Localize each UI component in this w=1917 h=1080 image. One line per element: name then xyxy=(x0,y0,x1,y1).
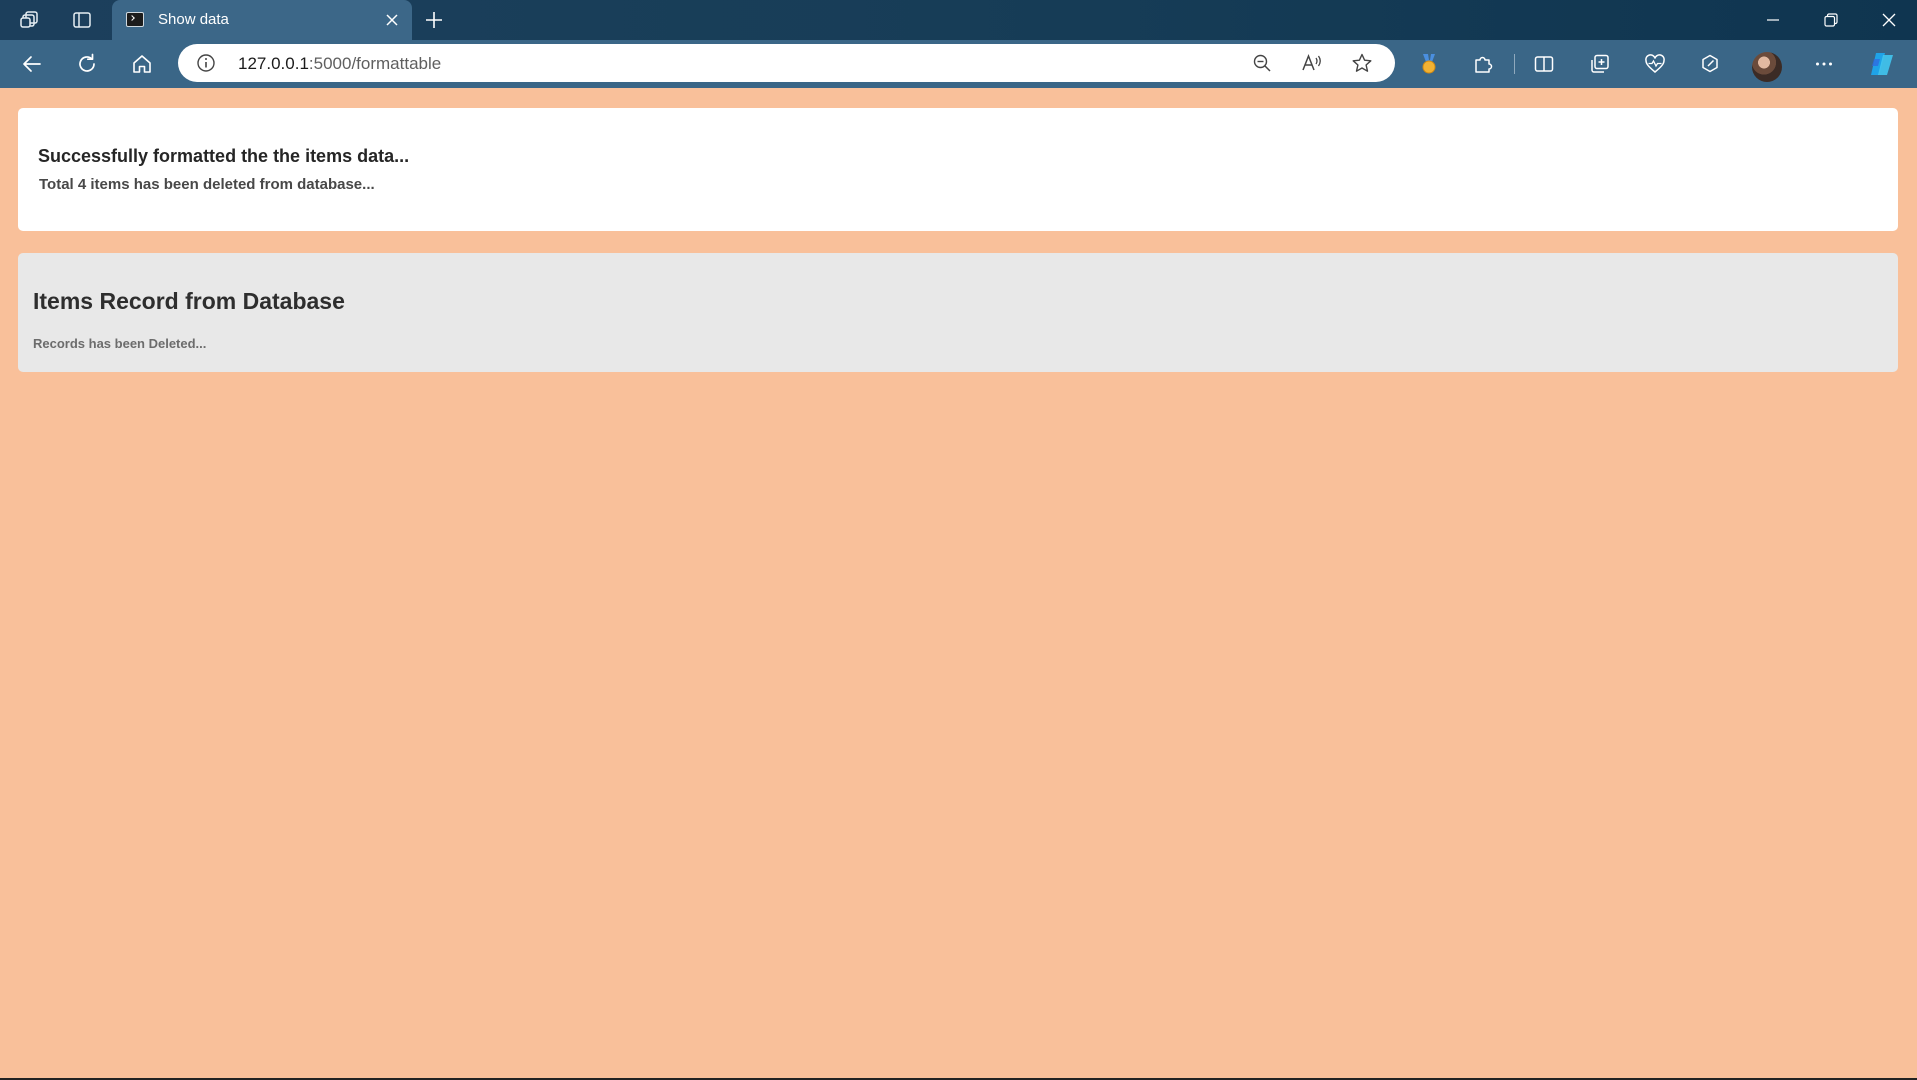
settings-more-button[interactable] xyxy=(1808,50,1840,78)
tab-title: Show data xyxy=(158,11,229,28)
address-url[interactable]: 127.0.0.1:5000/formattable xyxy=(238,54,441,74)
browser-titlebar: Show data xyxy=(0,0,1917,40)
edit-square-icon xyxy=(1702,54,1718,73)
favorite-button[interactable] xyxy=(1349,51,1375,75)
split-screen-icon xyxy=(1534,56,1554,72)
site-info-button[interactable] xyxy=(196,53,216,73)
split-screen-button[interactable] xyxy=(1528,50,1560,78)
info-icon xyxy=(197,54,215,72)
tab-close-button[interactable] xyxy=(380,8,404,32)
star-icon xyxy=(1352,53,1372,72)
collections-button[interactable] xyxy=(1584,50,1616,78)
zoom-button[interactable] xyxy=(1249,51,1275,75)
minimize-icon xyxy=(1767,19,1779,21)
tab-actions-icon xyxy=(73,12,91,28)
new-tab-button[interactable] xyxy=(418,6,450,34)
browser-toolbar: 127.0.0.1:5000/formattable xyxy=(0,40,1917,88)
read-aloud-icon xyxy=(1302,53,1321,71)
medal-icon xyxy=(1422,54,1436,74)
workspaces-button[interactable] xyxy=(12,6,48,34)
refresh-button[interactable] xyxy=(69,48,105,80)
records-card: Items Record from Database Records has b… xyxy=(18,253,1898,372)
copilot-icon xyxy=(1871,53,1893,75)
workspaces-icon xyxy=(20,11,38,28)
tab-show-data[interactable]: Show data xyxy=(112,0,412,40)
home-button[interactable] xyxy=(124,48,160,80)
refresh-icon xyxy=(79,53,95,72)
more-horizontal-icon xyxy=(1816,62,1832,66)
close-window-button[interactable] xyxy=(1860,0,1917,40)
plus-icon xyxy=(426,12,442,28)
browser-essentials-button[interactable] xyxy=(1639,50,1671,78)
close-icon xyxy=(386,14,398,26)
extensions-button[interactable] xyxy=(1467,50,1499,78)
copilot-button[interactable] xyxy=(1866,50,1898,78)
collections-icon xyxy=(1591,54,1609,73)
puzzle-icon xyxy=(1475,56,1493,73)
url-path: :5000/formattable xyxy=(308,54,442,73)
drop-button[interactable] xyxy=(1694,50,1726,78)
home-icon xyxy=(133,55,151,73)
success-detail: Total 4 items has been deleted from data… xyxy=(39,176,375,193)
back-button[interactable] xyxy=(14,48,50,80)
url-host: 127.0.0.1 xyxy=(238,54,309,73)
restore-icon xyxy=(1824,13,1838,27)
success-message-card: Successfully formatted the the items dat… xyxy=(18,108,1898,231)
rewards-extension-button[interactable] xyxy=(1413,50,1445,78)
terminal-icon xyxy=(126,12,144,27)
heart-pulse-icon xyxy=(1645,54,1665,73)
close-icon xyxy=(1882,13,1896,27)
vertical-tabs-button[interactable] xyxy=(64,6,100,34)
records-status: Records has been Deleted... xyxy=(33,336,207,351)
arrow-left-icon xyxy=(23,56,41,72)
page-content: Successfully formatted the the items dat… xyxy=(0,88,1917,1080)
profile-avatar[interactable] xyxy=(1752,52,1782,82)
success-heading: Successfully formatted the the items dat… xyxy=(38,146,410,166)
records-heading: Items Record from Database xyxy=(33,288,345,314)
restore-button[interactable] xyxy=(1802,0,1860,40)
address-bar[interactable]: 127.0.0.1:5000/formattable xyxy=(178,44,1395,82)
zoom-out-icon xyxy=(1253,54,1271,72)
minimize-button[interactable] xyxy=(1744,0,1802,40)
read-aloud-button[interactable] xyxy=(1299,51,1325,75)
toolbar-separator xyxy=(1514,54,1515,74)
